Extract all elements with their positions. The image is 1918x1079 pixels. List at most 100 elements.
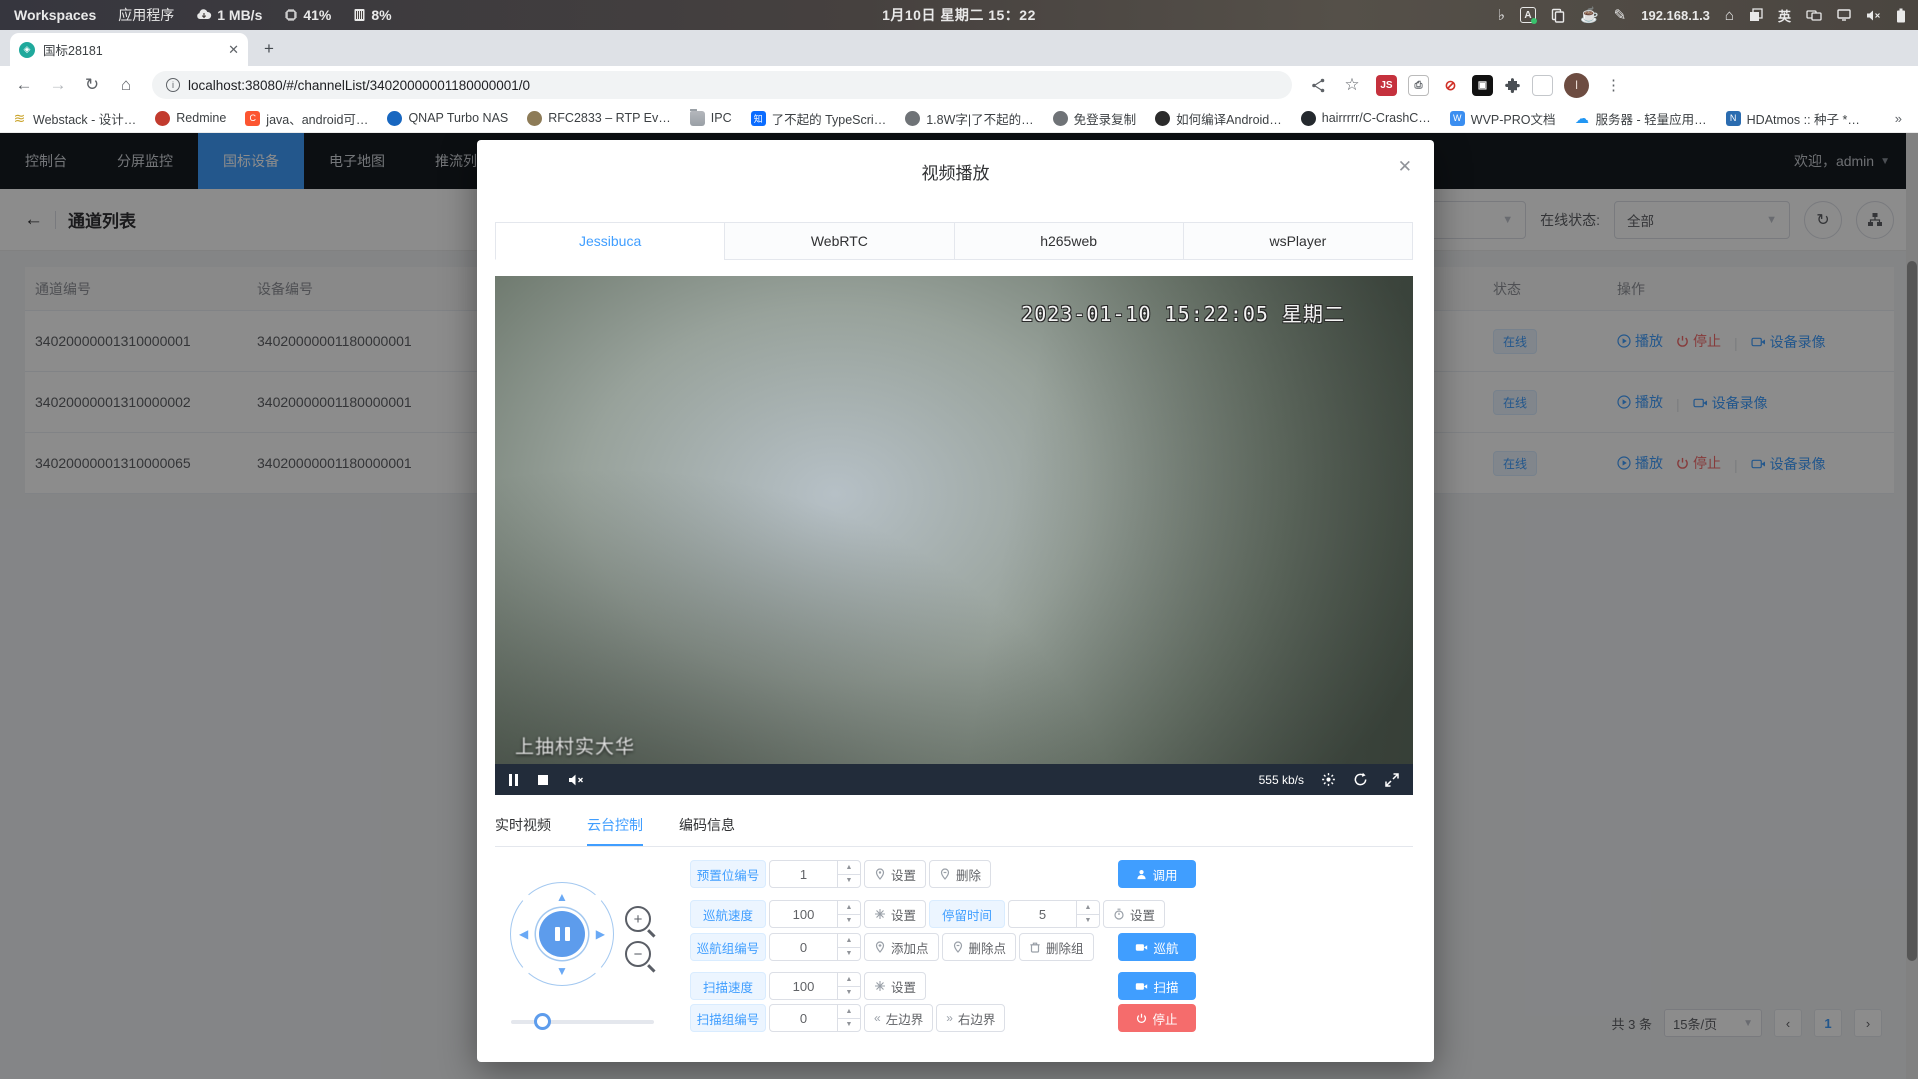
tray-picker-icon[interactable]: ✎ (1614, 8, 1627, 23)
bookmark-item[interactable]: Cjava、android可… (245, 109, 368, 128)
reload-button[interactable]: ↻ (78, 71, 106, 99)
tray-display-icon[interactable] (1837, 9, 1851, 21)
cruise-add-point-button[interactable]: 添加点 (864, 933, 939, 961)
tray-home-icon[interactable]: ⌂ (1725, 8, 1734, 23)
ext-print-icon[interactable]: ⎙ (1408, 75, 1429, 96)
ptz-pause-button[interactable] (539, 911, 585, 957)
number-spinner[interactable]: ▲▼ (837, 973, 860, 999)
browser-tab[interactable]: ◈ 国标28181 ✕ (10, 33, 248, 66)
pan-down-arrow-icon[interactable]: ▼ (556, 965, 568, 977)
tray-ip-address[interactable]: 192.168.1.3 (1641, 8, 1710, 23)
pan-up-arrow-icon[interactable]: ▲ (556, 891, 568, 903)
tray-flat-icon[interactable]: ♭ (1498, 8, 1505, 23)
sub-tab-1[interactable]: 实时视频 (495, 807, 551, 846)
tray-volume-icon[interactable] (1866, 9, 1881, 22)
player-tab-webrtc[interactable]: WebRTC (724, 222, 954, 260)
stay-time-input[interactable]: 5▲▼ (1008, 900, 1100, 928)
tray-windows-icon[interactable] (1749, 8, 1763, 22)
address-bar[interactable]: i localhost:38080/#/channelList/34020000… (152, 71, 1292, 99)
cruise-delete-group-button[interactable]: 删除组 (1019, 933, 1094, 961)
pan-left-arrow-icon[interactable]: ◀ (519, 928, 528, 940)
number-spinner[interactable]: ▲▼ (837, 934, 860, 960)
home-button[interactable]: ⌂ (112, 71, 140, 99)
scan-right-boundary-button[interactable]: »右边界 (936, 1004, 1005, 1032)
bookmark-item[interactable]: hairrrrr/C-CrashC… (1301, 111, 1431, 126)
bookmark-item[interactable]: QNAP Turbo NAS (387, 111, 508, 126)
scan-left-boundary-button[interactable]: «左边界 (864, 1004, 933, 1032)
preset-set-button[interactable]: 设置 (864, 860, 926, 888)
ext-light-square-icon[interactable] (1532, 75, 1553, 96)
bookmark-item[interactable]: ☁服务器 - 轻量应用… (1575, 109, 1707, 128)
number-spinner[interactable]: ▲▼ (837, 901, 860, 927)
bookmark-item[interactable]: IPC (690, 111, 732, 126)
preset-number-input[interactable]: 1▲▼ (769, 860, 861, 888)
settings-gear-icon[interactable] (1321, 772, 1336, 787)
cruise-speed-input[interactable]: 100▲▼ (769, 900, 861, 928)
bookmark-item[interactable]: Redmine (155, 111, 226, 126)
tray-input-method[interactable]: 英 (1778, 6, 1791, 25)
tray-display-pair-icon[interactable] (1806, 9, 1822, 22)
cruise-speed-set-button[interactable]: 设置 (864, 900, 926, 928)
pause-button[interactable] (509, 774, 518, 786)
close-icon[interactable]: ✕ (1398, 157, 1412, 177)
bookmark-item[interactable]: 1.8W字|了不起的… (905, 109, 1033, 128)
pan-right-arrow-icon[interactable]: ▶ (596, 928, 605, 940)
number-spinner[interactable]: ▲▼ (837, 861, 860, 887)
profile-avatar[interactable]: I (1564, 73, 1589, 98)
tray-coffee-icon[interactable]: ☕ (1580, 8, 1599, 23)
scan-speed-set-button[interactable]: 设置 (864, 972, 926, 1000)
player-tab-h265web[interactable]: h265web (954, 222, 1184, 260)
video-player[interactable]: 2023-01-10 15:22:05 星期二 上抽村实大华 555 kb/s (495, 276, 1413, 795)
workspaces-button[interactable]: Workspaces (14, 7, 96, 23)
forward-button[interactable]: → (44, 71, 72, 99)
bookmark-item[interactable]: RFC2833 – RTP Ev… (527, 111, 671, 126)
menu-kebab-icon[interactable]: ⋮ (1600, 76, 1627, 94)
bookmark-star-icon[interactable]: ☆ (1338, 71, 1366, 99)
stay-time-set-button[interactable]: 设置 (1103, 900, 1165, 928)
slider-handle[interactable] (534, 1013, 551, 1030)
number-spinner[interactable]: ▲▼ (1076, 901, 1099, 927)
bookmark-item[interactable]: WWVP-PRO文档 (1450, 109, 1556, 128)
ptz-stop-button[interactable]: 停止 (1118, 1004, 1196, 1032)
share-icon[interactable] (1304, 71, 1332, 99)
tray-battery-icon[interactable] (1896, 8, 1906, 23)
number-spinner[interactable]: ▲▼ (837, 1005, 860, 1031)
player-tab-jessibuca[interactable]: Jessibuca (495, 222, 725, 260)
ptz-speed-slider[interactable] (511, 1020, 654, 1024)
ext-blocker-icon[interactable]: ⊘ (1440, 75, 1461, 96)
bookmark-item[interactable]: 免登录复制 (1053, 109, 1137, 128)
refresh-icon[interactable] (1353, 772, 1368, 787)
stop-button[interactable] (538, 775, 548, 785)
new-tab-button[interactable]: + (256, 36, 282, 62)
preset-delete-button[interactable]: 删除 (929, 860, 991, 888)
cruise-group-input[interactable]: 0▲▼ (769, 933, 861, 961)
system-clock[interactable]: 1月10日 星期二 15：22 (882, 5, 1036, 25)
bookmark-item[interactable]: 如何编译Android… (1155, 109, 1282, 128)
bookmarks-overflow-chevron[interactable]: » (1891, 111, 1906, 126)
site-info-icon[interactable]: i (166, 78, 180, 92)
bookmark-item[interactable]: NHDAtmos :: 种子 *… (1726, 109, 1860, 128)
tab-close-icon[interactable]: ✕ (228, 42, 239, 58)
zoom-in-button[interactable]: + (625, 906, 651, 932)
scan-group-input[interactable]: 0▲▼ (769, 1004, 861, 1032)
extensions-puzzle-icon[interactable] (1504, 77, 1521, 94)
applications-menu[interactable]: 应用程序 (118, 5, 174, 25)
preset-call-button[interactable]: 调用 (1118, 860, 1196, 888)
sub-tab-3[interactable]: 编码信息 (679, 807, 735, 846)
cruise-start-button[interactable]: 巡航 (1118, 933, 1196, 961)
sub-tab-2[interactable]: 云台控制 (587, 807, 643, 846)
ptz-direction-pad[interactable]: ▲ ▼ ◀ ▶ (510, 882, 614, 986)
mute-icon[interactable] (568, 773, 584, 787)
ext-js-icon[interactable]: JS (1376, 75, 1397, 96)
cruise-delete-point-button[interactable]: 删除点 (942, 933, 1017, 961)
fullscreen-icon[interactable] (1385, 773, 1399, 787)
scan-speed-input[interactable]: 100▲▼ (769, 972, 861, 1000)
tray-clipboard-icon[interactable] (1551, 8, 1565, 23)
url-text[interactable]: localhost:38080/#/channelList/3402000000… (188, 78, 530, 93)
zoom-out-button[interactable]: − (625, 941, 651, 967)
player-tab-wsplayer[interactable]: wsPlayer (1183, 222, 1413, 260)
scan-start-button[interactable]: 扫描 (1118, 972, 1196, 1000)
back-button[interactable]: ← (10, 71, 38, 99)
tray-input-status-icon[interactable]: A (1520, 7, 1536, 23)
bookmark-item[interactable]: 知了不起的 TypeScri… (751, 109, 887, 128)
